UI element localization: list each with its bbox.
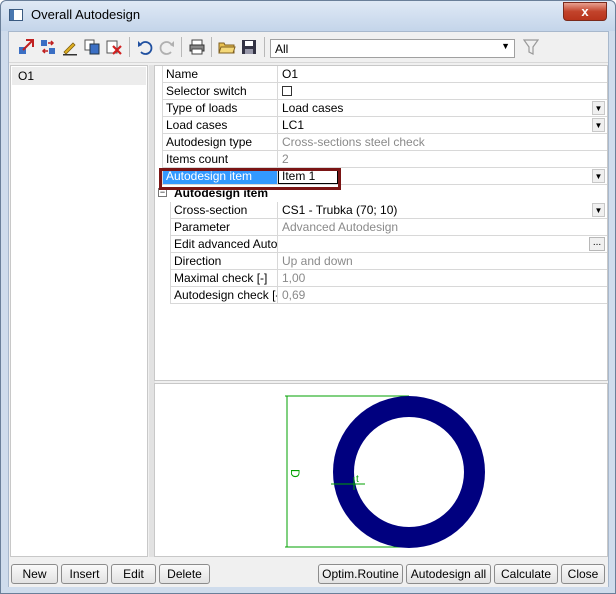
cross-section-preview: D t — [154, 383, 608, 557]
property-row-type-of-loads: Type of loads Load cases ▼ — [162, 100, 607, 117]
edit-icon[interactable] — [61, 38, 79, 56]
edit-button[interactable]: Edit — [111, 564, 156, 584]
close-button[interactable]: Close — [561, 564, 605, 584]
property-label: Parameter — [170, 219, 278, 236]
property-row-autodesign-item: Autodesign item ▼ Item 1 — [162, 168, 607, 185]
thickness-label: t — [356, 474, 359, 485]
tube-bore — [354, 417, 464, 527]
insert-button[interactable]: Insert — [61, 564, 108, 584]
new-button[interactable]: New — [11, 564, 58, 584]
property-row-cross-section: Cross-section CS1 - Trubka (70; 10) ▼ — [162, 202, 607, 219]
redo-icon[interactable] — [158, 38, 176, 56]
property-label: Type of loads — [162, 100, 278, 117]
delete-icon[interactable] — [105, 38, 123, 56]
property-label: Load cases — [162, 117, 278, 134]
property-value[interactable]: O1 — [278, 66, 607, 83]
window-close-button[interactable]: x — [563, 2, 607, 21]
property-label: Cross-section — [170, 202, 278, 219]
property-label: Items count — [162, 151, 278, 168]
property-row-maximal-check: Maximal check [-] 1,00 — [162, 270, 607, 287]
chevron-down-icon[interactable]: ▼ — [592, 203, 605, 217]
list-item[interactable]: O1 — [12, 67, 146, 85]
delete-button[interactable]: Delete — [159, 564, 210, 584]
group-title: Autodesign item — [174, 186, 269, 200]
toolbar: All ▼ — [9, 32, 608, 63]
property-value: 2 — [278, 151, 607, 168]
move-icon[interactable] — [39, 38, 57, 56]
title-bar[interactable]: Overall Autodesign x — [1, 1, 615, 31]
dialog-client: All ▼ O1 Name O1 Selector switch Type of… — [8, 31, 609, 587]
select-icon[interactable] — [17, 38, 35, 56]
chevron-down-icon[interactable]: ▼ — [592, 118, 605, 132]
button-bar: New Insert Edit Delete Optim.Routine Aut… — [9, 559, 608, 587]
copy-icon[interactable] — [83, 38, 101, 56]
selector-switch-checkbox[interactable] — [282, 86, 292, 96]
property-label: Autodesign item — [162, 168, 278, 185]
autodesign-all-button[interactable]: Autodesign all — [406, 564, 491, 584]
save-icon[interactable] — [240, 38, 258, 56]
property-label: Name — [162, 66, 278, 83]
undo-icon[interactable] — [136, 38, 154, 56]
property-row-items-count: Items count 2 — [162, 151, 607, 168]
property-row-direction: Direction Up and down — [162, 253, 607, 270]
property-label: Autodesign check [-] — [170, 287, 278, 304]
property-label: Edit advanced Auto... — [170, 236, 278, 253]
property-label: Selector switch — [162, 83, 278, 100]
toolbar-separator — [264, 37, 265, 57]
property-row-parameter: Parameter Advanced Autodesign — [162, 219, 607, 236]
cross-section-select[interactable]: CS1 - Trubka (70; 10) ▼ — [278, 202, 607, 219]
toolbar-separator — [129, 37, 130, 57]
diameter-label: D — [288, 469, 302, 478]
type-of-loads-select[interactable]: Load cases ▼ — [278, 100, 607, 117]
property-row-load-cases: Load cases LC1 ▼ — [162, 117, 607, 134]
app-icon — [9, 9, 23, 21]
property-row-edit-advanced: Edit advanced Auto... ... — [162, 236, 607, 253]
autodesign-item-input[interactable]: Item 1 — [278, 168, 338, 184]
collapse-icon[interactable]: − — [158, 188, 167, 197]
edit-advanced-button[interactable]: ... — [589, 237, 605, 251]
object-list: O1 — [10, 65, 148, 557]
property-value — [278, 83, 607, 100]
optim-routine-button[interactable]: Optim.Routine — [318, 564, 403, 584]
property-grid: Name O1 Selector switch Type of loads Lo… — [154, 65, 608, 381]
property-row-selector-switch: Selector switch — [162, 83, 607, 100]
property-value: CS1 - Trubka (70; 10) — [282, 203, 398, 217]
toolbar-separator — [211, 37, 212, 57]
property-value: Advanced Autodesign — [278, 219, 607, 236]
window-title: Overall Autodesign — [31, 7, 141, 22]
filter-value: All — [275, 42, 289, 56]
filter-select[interactable]: All ▼ — [270, 39, 515, 58]
property-value: 1,00 — [278, 270, 607, 287]
open-icon[interactable] — [218, 38, 236, 56]
chevron-down-icon[interactable]: ▼ — [501, 41, 510, 51]
property-value: Cross-sections steel check — [278, 134, 607, 151]
cross-section-drawing: D t — [285, 395, 485, 548]
toolbar-separator — [181, 37, 182, 57]
property-row-name: Name O1 — [162, 66, 607, 83]
calculate-button[interactable]: Calculate — [494, 564, 558, 584]
property-value: Up and down — [278, 253, 607, 270]
property-row-autodesign-check: Autodesign check [-] 0,69 — [162, 287, 607, 304]
chevron-down-icon[interactable]: ▼ — [592, 169, 605, 183]
property-value: LC1 — [282, 118, 305, 132]
property-value: Load cases — [282, 101, 344, 115]
property-label: Maximal check [-] — [170, 270, 278, 287]
chevron-down-icon[interactable]: ▼ — [592, 101, 605, 115]
property-label: Direction — [170, 253, 278, 270]
print-icon[interactable] — [188, 38, 206, 56]
property-label: Autodesign type — [162, 134, 278, 151]
property-value: 0,69 — [278, 287, 607, 304]
funnel-icon[interactable] — [523, 38, 539, 56]
load-cases-select[interactable]: LC1 ▼ — [278, 117, 607, 134]
property-row-autodesign-type: Autodesign type Cross-sections steel che… — [162, 134, 607, 151]
property-value: ... — [278, 236, 607, 253]
autodesign-window: Overall Autodesign x All ▼ O1 Name O1 Se… — [0, 0, 616, 594]
group-header-autodesign-item[interactable]: − Autodesign item — [158, 185, 607, 202]
